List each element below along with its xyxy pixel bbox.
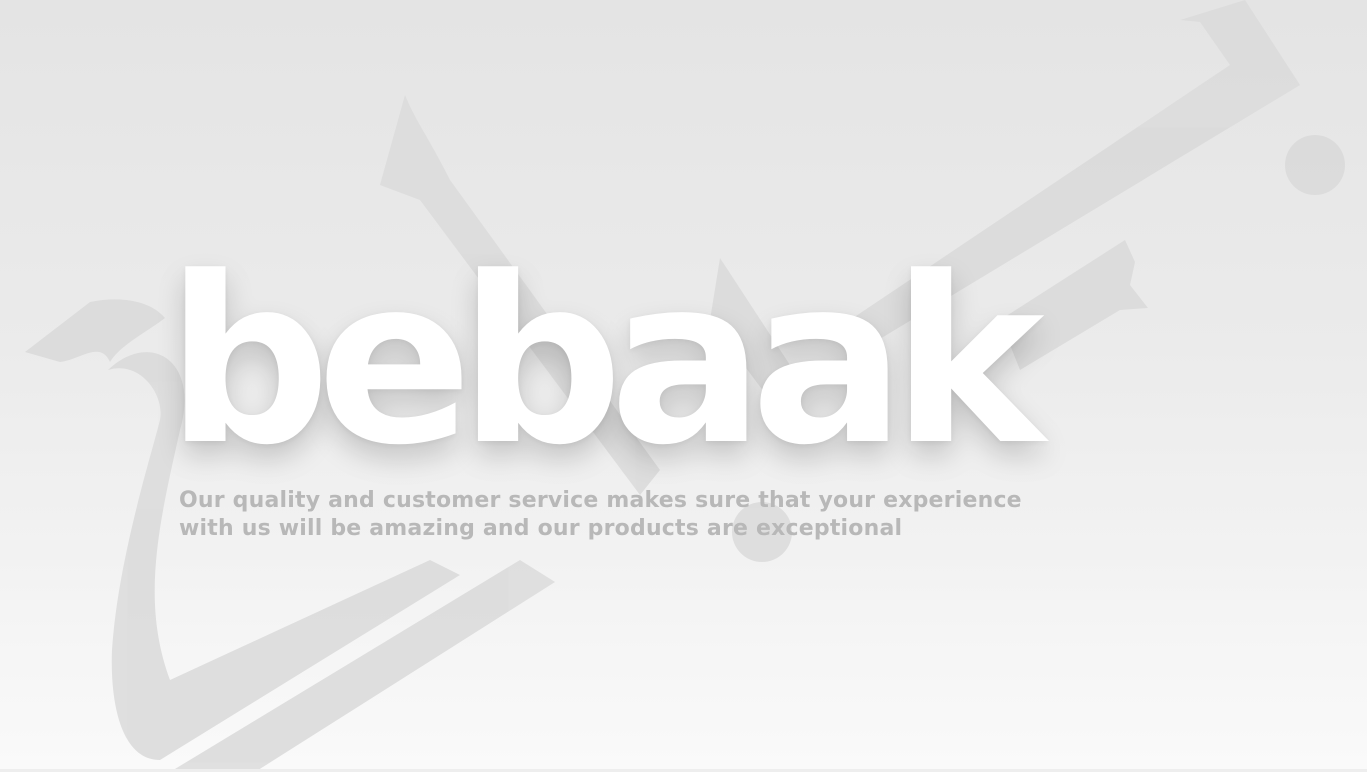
hero: bebaak — [166, 229, 1045, 496]
brand-wordmark: bebaak — [166, 229, 1045, 496]
brand-tagline: Our quality and customer service makes s… — [179, 488, 1022, 541]
ornament-dot-right — [1285, 135, 1345, 195]
